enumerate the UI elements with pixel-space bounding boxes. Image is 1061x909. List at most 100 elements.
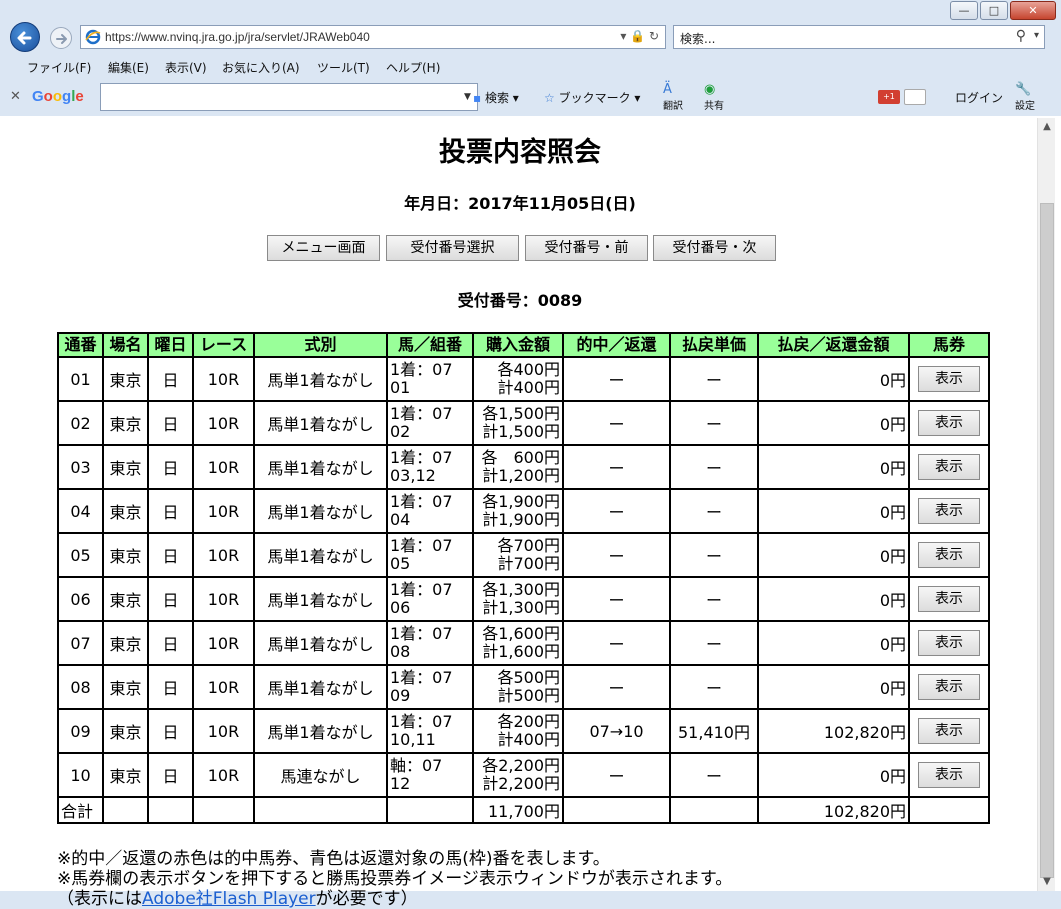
show-ticket-button[interactable]: 表示 (918, 454, 980, 480)
cell-no: 07 (57, 620, 104, 666)
menu-view[interactable]: 表示(V) (165, 59, 207, 76)
cell-hit: 07→10 (562, 708, 671, 754)
cell-day: 日 (147, 400, 194, 446)
address-bar-icons[interactable]: ▾ 🔒 ↻ (620, 29, 659, 43)
cell-payout: 0円 (757, 488, 910, 534)
amount-total: 計400円 (497, 730, 560, 749)
cell-horse: 軸：07 12 (386, 752, 474, 798)
show-ticket-button[interactable]: 表示 (918, 498, 980, 524)
search-placeholder: 検索... (680, 32, 716, 46)
note-line-3: （表示にはAdobe社Flash Playerが必要です） (57, 889, 1027, 909)
scroll-down-icon[interactable]: ▼ (1038, 873, 1056, 891)
cell-amount: 各1,600円 計1,600円 (472, 620, 564, 666)
cell-ticket: 表示 (908, 532, 990, 578)
cell-day: 日 (147, 752, 194, 798)
back-arrow-icon (17, 31, 32, 45)
minimize-button[interactable]: — (950, 1, 978, 20)
wrench-icon: 🔧 (1015, 82, 1032, 97)
cell-day: 日 (147, 488, 194, 534)
cell-ticket: 表示 (908, 444, 990, 490)
show-ticket-button[interactable]: 表示 (918, 674, 980, 700)
cell-hit: ー (562, 664, 671, 710)
table-row: 07 東京日 10R 馬単1着ながし 1着：07 08 各1,600円 計1,600円ーー 0円… (57, 620, 990, 666)
table-row: 10 東京日 10R 馬連ながし 軸：07 12 各2,200円 計2,200円ーー 0円 表示 (57, 752, 990, 798)
show-ticket-button[interactable]: 表示 (918, 586, 980, 612)
cell-amount: 各 600円 計1,200円 (472, 444, 564, 490)
chevron-down-icon[interactable]: ▾ (1034, 30, 1039, 41)
cell-race: 10R (192, 752, 255, 798)
cell-bet-type: 馬単1着ながし (253, 664, 388, 710)
share-button[interactable]: ◉ 共有 (704, 82, 724, 112)
empty-cell (147, 796, 194, 824)
cell-no: 02 (57, 400, 104, 446)
col-header: 馬券 (908, 332, 990, 358)
google-search-input[interactable] (100, 83, 478, 111)
cell-race: 10R (192, 576, 255, 622)
cell-ticket: 表示 (908, 620, 990, 666)
cell-hit: ー (562, 752, 671, 798)
show-ticket-button[interactable]: 表示 (918, 630, 980, 656)
amount-each: 各1,900円 (482, 492, 560, 511)
amount-total: 計1,600円 (482, 642, 560, 661)
empty-cell (669, 796, 759, 824)
receipt-number: 受付番号：0089 (457, 291, 583, 310)
receipt-select-button[interactable]: 受付番号選択 (386, 235, 519, 261)
horse-line-1: 1着：07 (390, 624, 453, 643)
gplus-icon[interactable]: +1 (878, 90, 900, 104)
chevron-down-icon[interactable]: ▼ (464, 92, 471, 102)
show-ticket-button[interactable]: 表示 (918, 542, 980, 568)
cell-bet-type: 馬単1着ながし (253, 356, 388, 402)
cell-race: 10R (192, 532, 255, 578)
menu-tools[interactable]: ツール(T) (317, 59, 370, 76)
receipt-next-button[interactable]: 受付番号・次 (653, 235, 776, 261)
cell-amount: 各1,900円 計1,900円 (472, 488, 564, 534)
table-row: 03 東京日 10R 馬単1着ながし 1着：07 03,12 各 600円 計1,200円ーー… (57, 444, 990, 490)
bookmark-button[interactable]: ☆ ブックマーク ▾ (544, 89, 640, 106)
vertical-scrollbar[interactable]: ▲ ▼ (1037, 118, 1055, 891)
empty-cell (102, 796, 149, 824)
close-icon[interactable]: ✕ (10, 89, 21, 104)
cell-no: 01 (57, 356, 104, 402)
menu-favorites[interactable]: お気に入り(A) (222, 59, 300, 76)
show-ticket-button[interactable]: 表示 (918, 366, 980, 392)
note-suffix: が必要です） (315, 889, 418, 909)
menu-screen-button[interactable]: メニュー画面 (267, 235, 380, 261)
scroll-up-icon[interactable]: ▲ (1038, 118, 1056, 136)
cell-hit: ー (562, 576, 671, 622)
address-bar[interactable]: https://www.nvinq.jra.go.jp/jra/servlet/… (80, 25, 666, 49)
back-button[interactable] (10, 22, 40, 52)
cell-ticket: 表示 (908, 576, 990, 622)
cell-horse: 1着：07 01 (386, 356, 474, 402)
maximize-button[interactable]: □ (980, 1, 1008, 20)
google-search-button[interactable]: ▪ 検索 ▾ (473, 89, 519, 106)
close-button[interactable]: ✕ (1010, 1, 1056, 20)
cell-unit-payout: ー (669, 620, 759, 666)
page-title: 投票内容照会 (439, 137, 601, 168)
forward-button[interactable] (50, 27, 72, 49)
amount-total: 計2,200円 (482, 774, 560, 793)
menu-edit[interactable]: 編集(E) (108, 59, 149, 76)
cell-horse: 1着：07 04 (386, 488, 474, 534)
menu-file[interactable]: ファイル(F) (27, 59, 91, 76)
horse-line-2: 02 (390, 422, 411, 441)
browser-search-box[interactable]: 検索... ⚲ ▾ (673, 25, 1045, 49)
login-button[interactable]: ログイン (955, 89, 1003, 106)
search-icon[interactable]: ⚲ (1016, 28, 1026, 44)
horse-line-1: 1着：07 (390, 360, 453, 379)
menu-help[interactable]: ヘルプ(H) (386, 59, 440, 76)
cell-no: 03 (57, 444, 104, 490)
translate-button[interactable]: Ä 翻訳 (663, 82, 683, 112)
settings-button[interactable]: 🔧 設定 (1015, 82, 1035, 112)
table-row: 04 東京日 10R 馬単1着ながし 1着：07 04 各1,900円 計1,900円ーー 0円… (57, 488, 990, 534)
show-ticket-button[interactable]: 表示 (918, 718, 980, 744)
cell-unit-payout: ー (669, 488, 759, 534)
flash-player-link[interactable]: Adobe社Flash Player (142, 889, 316, 909)
scroll-thumb[interactable] (1040, 203, 1054, 878)
show-ticket-button[interactable]: 表示 (918, 762, 980, 788)
cell-payout: 102,820円 (757, 708, 910, 754)
cell-bet-type: 馬単1着ながし (253, 576, 388, 622)
ie-icon (85, 29, 101, 45)
show-ticket-button[interactable]: 表示 (918, 410, 980, 436)
cell-day: 日 (147, 664, 194, 710)
receipt-prev-button[interactable]: 受付番号・前 (525, 235, 648, 261)
